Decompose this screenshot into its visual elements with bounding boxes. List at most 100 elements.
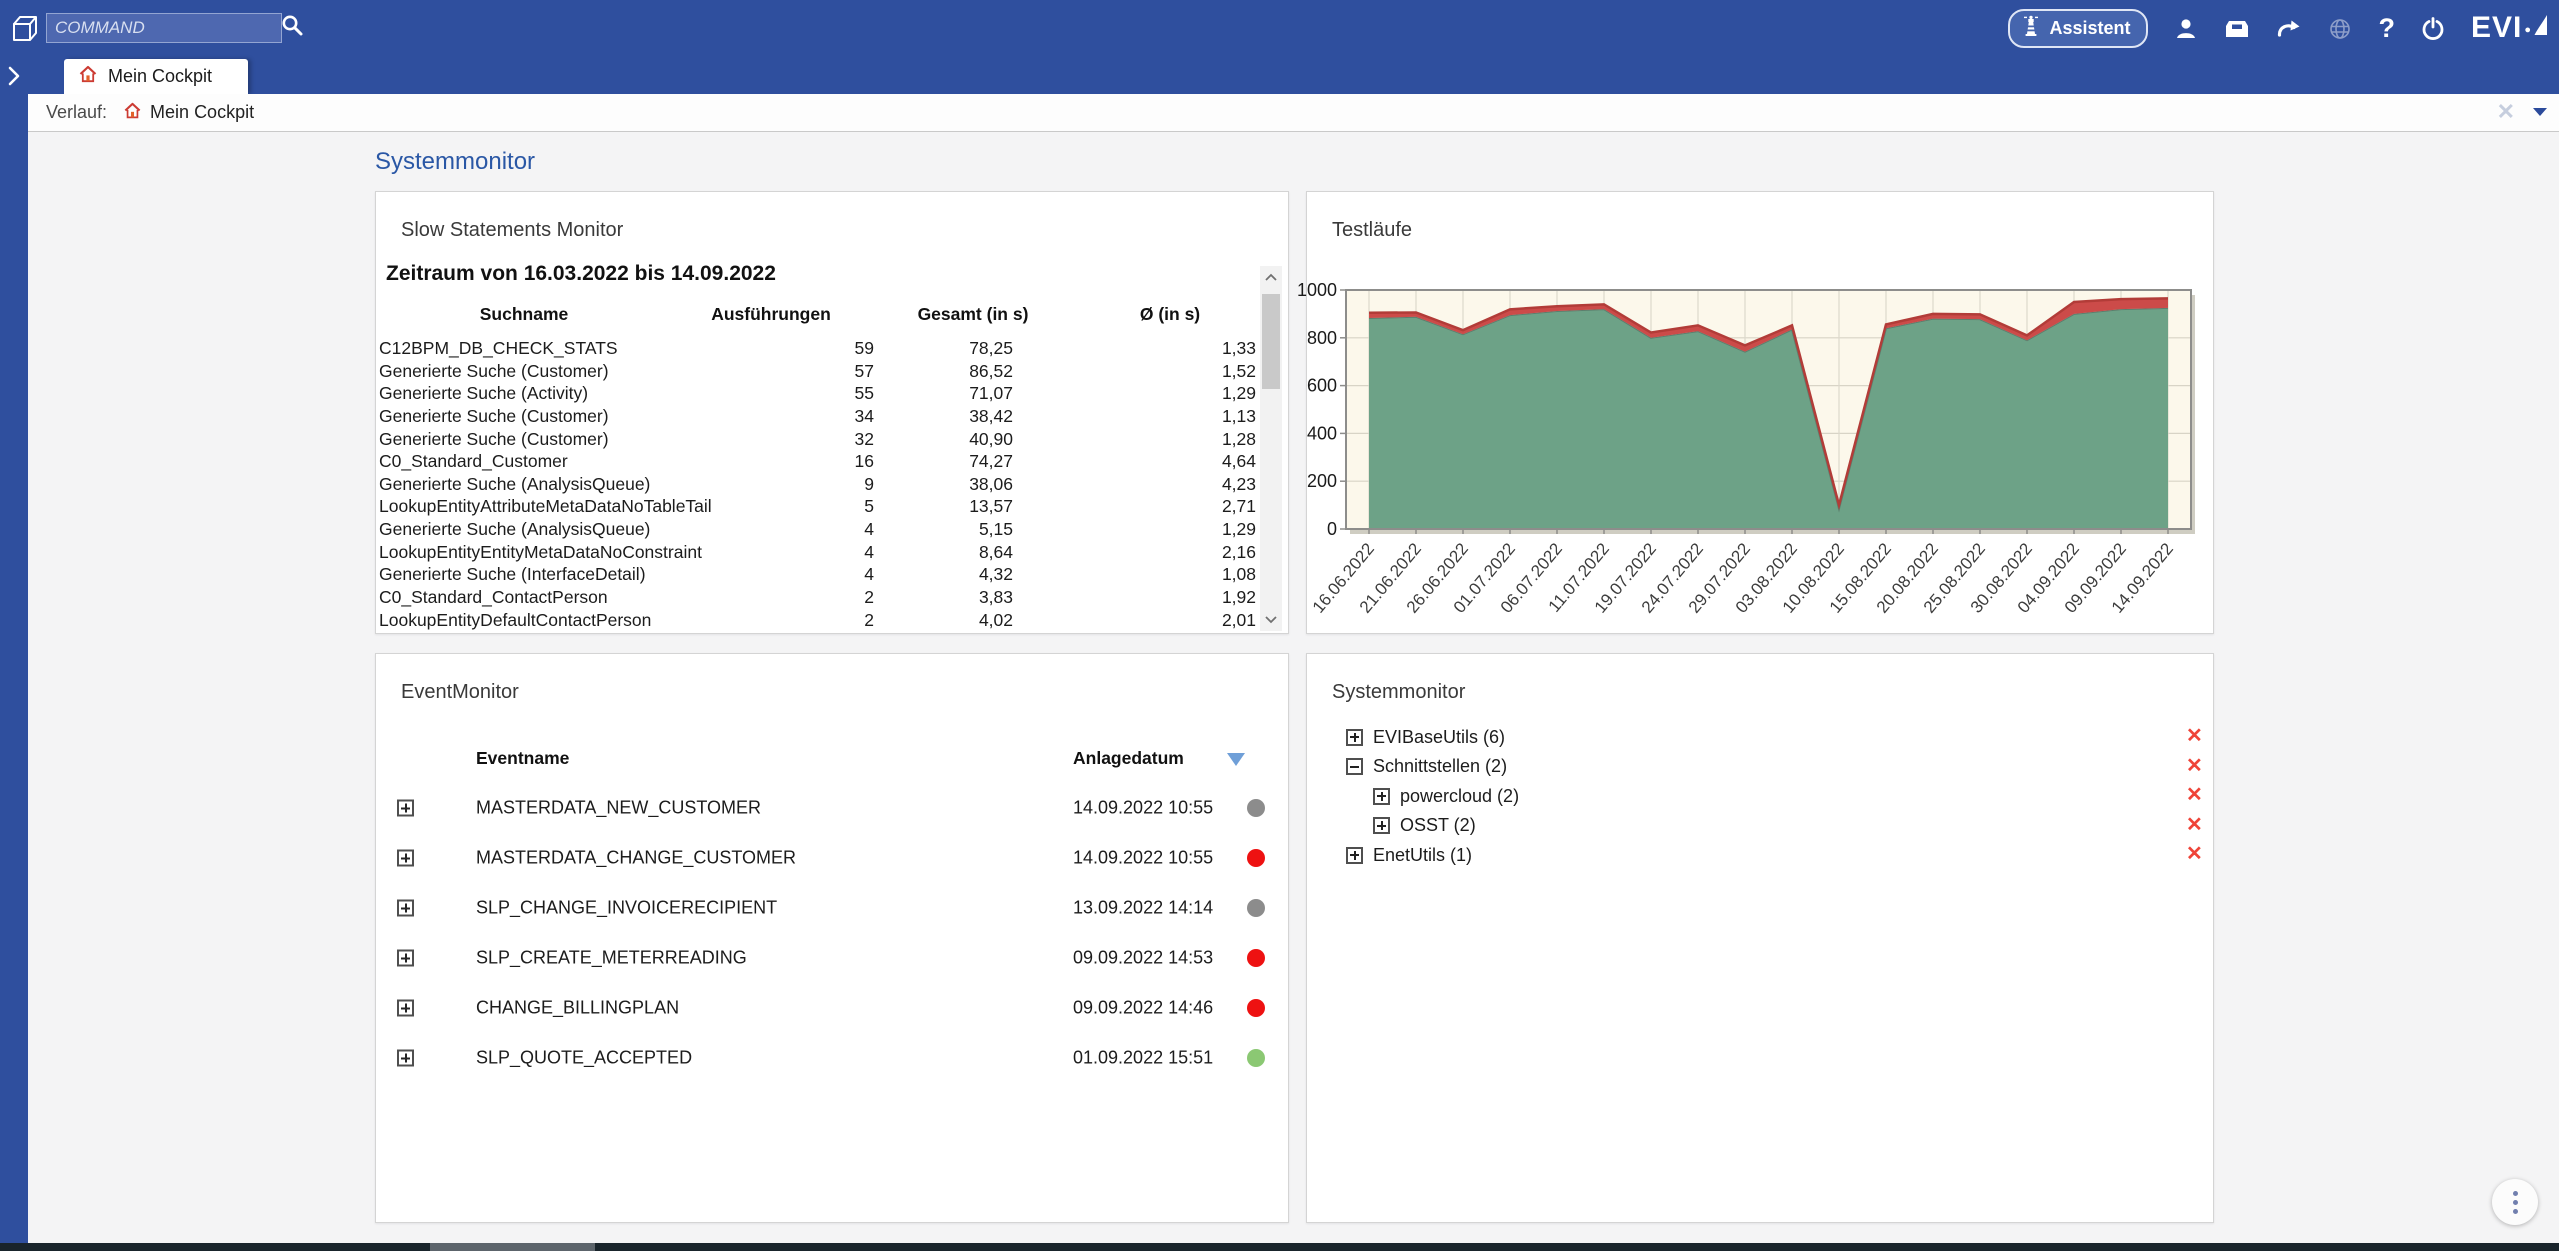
column-header-avg: Ø (in s): [1140, 304, 1200, 325]
app-cube-icon[interactable]: [12, 14, 39, 48]
tree-item-label: Schnittstellen (2): [1373, 756, 1507, 777]
remove-icon[interactable]: ✕: [2186, 726, 2203, 746]
table-row[interactable]: C0_Standard_ContactPerson23,831,92: [379, 586, 1262, 609]
event-row[interactable]: CHANGE_BILLINGPLAN09.09.2022 14:46: [376, 986, 1288, 1030]
cell-value: 2,01: [1013, 609, 1256, 632]
expand-plus-icon[interactable]: [397, 850, 414, 867]
cell-value: 2,16: [1013, 541, 1256, 564]
panel-eventmonitor: EventMonitor Eventname Anlagedatum MASTE…: [375, 653, 1289, 1223]
vertical-scrollbar[interactable]: [1260, 266, 1282, 631]
column-header-eventname[interactable]: Eventname: [476, 748, 569, 769]
collapse-minus-icon[interactable]: [1346, 758, 1363, 775]
scroll-down-icon[interactable]: [1263, 611, 1279, 627]
tree-item-label: powercloud (2): [1400, 786, 1519, 807]
remove-icon[interactable]: ✕: [2186, 785, 2203, 805]
search-icon[interactable]: [281, 14, 305, 43]
event-date: 09.09.2022 14:53: [1073, 948, 1213, 969]
cell-suchname: Generierte Suche (Customer): [379, 428, 757, 451]
event-row[interactable]: SLP_QUOTE_ACCEPTED01.09.2022 15:51: [376, 1036, 1288, 1080]
expand-plus-icon[interactable]: [1346, 847, 1363, 864]
inbox-icon[interactable]: [2224, 18, 2250, 40]
help-icon[interactable]: ?: [2378, 13, 2395, 44]
user-icon[interactable]: [2174, 17, 2198, 41]
event-row[interactable]: MASTERDATA_NEW_CUSTOMER14.09.2022 10:55: [376, 786, 1288, 830]
expand-plus-icon[interactable]: [397, 1050, 414, 1067]
table-row[interactable]: C0_Standard_Customer1674,274,64: [379, 450, 1262, 473]
expand-plus-icon[interactable]: [397, 900, 414, 917]
cell-value: 9: [757, 473, 874, 496]
more-options-button[interactable]: [2492, 1179, 2538, 1225]
y-tick-label: 400: [1307, 423, 1337, 443]
close-icon[interactable]: ✕: [2497, 99, 2515, 125]
cell-value: 40,90: [874, 428, 1013, 451]
cell-value: 78,25: [874, 337, 1013, 360]
status-indicator-red: [1247, 999, 1265, 1017]
page-title: Systemmonitor: [375, 148, 535, 176]
tree-item[interactable]: EnetUtils (1): [1346, 843, 1472, 867]
event-name: CHANGE_BILLINGPLAN: [476, 998, 679, 1019]
event-name: MASTERDATA_CHANGE_CUSTOMER: [476, 848, 796, 869]
tree-item[interactable]: OSST (2): [1373, 814, 1476, 838]
expand-plus-icon[interactable]: [397, 950, 414, 967]
redo-icon[interactable]: [2276, 18, 2302, 40]
tree-item[interactable]: Schnittstellen (2): [1346, 755, 1507, 779]
cell-value: 1,29: [1013, 518, 1256, 541]
table-row[interactable]: Generierte Suche (AnalysisQueue)45,151,2…: [379, 518, 1262, 541]
remove-icon[interactable]: ✕: [2186, 844, 2203, 864]
horizontal-scrollbar: [0, 1243, 2559, 1251]
sort-descending-icon[interactable]: [1227, 753, 1245, 766]
application-window: { "topbar": { "command_placeholder": "CO…: [0, 0, 2559, 1251]
chevron-down-icon[interactable]: [2533, 108, 2547, 116]
table-row[interactable]: LookupEntityDefaultContactPerson24,022,0…: [379, 609, 1262, 632]
cell-value: 13,57: [874, 495, 1013, 518]
table-row[interactable]: LookupEntityEntityMetaDataNoConstraint48…: [379, 541, 1262, 564]
remove-icon[interactable]: ✕: [2186, 815, 2203, 835]
cell-value: 1,13: [1013, 405, 1256, 428]
collapsed-sidebar-strip: [0, 94, 28, 1243]
table-row[interactable]: Generierte Suche (Customer)3438,421,13: [379, 405, 1262, 428]
table-row[interactable]: C12BPM_DB_CHECK_STATS5978,251,33: [379, 337, 1262, 360]
globe-icon[interactable]: [2328, 17, 2352, 41]
column-header-anlagedatum[interactable]: Anlagedatum: [1073, 748, 1184, 769]
expand-plus-icon[interactable]: [1373, 817, 1390, 834]
expand-sidebar-chevron-icon[interactable]: [7, 66, 21, 91]
event-row[interactable]: MASTERDATA_CHANGE_CUSTOMER14.09.2022 10:…: [376, 836, 1288, 880]
cell-suchname: LookupEntityEntityMetaDataNoConstraint: [379, 541, 757, 564]
sail-icon: [2533, 13, 2549, 45]
event-row[interactable]: SLP_CREATE_METERREADING09.09.2022 14:53: [376, 936, 1288, 980]
power-icon[interactable]: [2421, 17, 2445, 41]
lighthouse-icon: [2022, 14, 2040, 42]
scroll-up-icon[interactable]: [1263, 270, 1279, 286]
tree-item-label: OSST (2): [1400, 815, 1476, 836]
panel-title: Systemmonitor: [1332, 681, 1465, 704]
home-icon: [78, 64, 98, 89]
table-row[interactable]: Generierte Suche (Activity)5571,071,29: [379, 382, 1262, 405]
tree-item[interactable]: powercloud (2): [1373, 784, 1519, 808]
scrollbar-thumb[interactable]: [1262, 294, 1280, 389]
expand-plus-icon[interactable]: [397, 800, 414, 817]
status-indicator-gray: [1247, 799, 1265, 817]
expand-plus-icon[interactable]: [397, 1000, 414, 1017]
table-row[interactable]: LookupEntityAttributeMetaDataNoTableTail…: [379, 495, 1262, 518]
assistent-button[interactable]: Assistent: [2008, 9, 2148, 48]
table-row[interactable]: Generierte Suche (Customer)5786,521,52: [379, 360, 1262, 383]
tab-mein-cockpit[interactable]: Mein Cockpit: [64, 59, 248, 94]
scrollbar-thumb[interactable]: [430, 1243, 595, 1251]
event-row[interactable]: SLP_CHANGE_INVOICERECIPIENT13.09.2022 14…: [376, 886, 1288, 930]
verlauf-item-mein-cockpit[interactable]: Mein Cockpit: [123, 101, 254, 125]
remove-icon[interactable]: ✕: [2186, 756, 2203, 776]
expand-plus-icon[interactable]: [1373, 788, 1390, 805]
command-input-wrap: [46, 13, 282, 43]
tree-item[interactable]: EVIBaseUtils (6): [1346, 725, 1505, 749]
cell-value: 8,64: [874, 541, 1013, 564]
y-tick-label: 200: [1307, 471, 1337, 491]
command-input[interactable]: [46, 13, 282, 43]
table-row[interactable]: Generierte Suche (AnalysisQueue)938,064,…: [379, 473, 1262, 496]
table-row[interactable]: Generierte Suche (InterfaceDetail)44,321…: [379, 563, 1262, 586]
column-header-gesamt: Gesamt (in s): [918, 304, 1029, 325]
tab-bar: Mein Cockpit: [0, 57, 2559, 94]
cell-value: 1,52: [1013, 360, 1256, 383]
verlauf-label: Verlauf:: [46, 102, 107, 123]
expand-plus-icon[interactable]: [1346, 729, 1363, 746]
table-row[interactable]: Generierte Suche (Customer)3240,901,28: [379, 428, 1262, 451]
